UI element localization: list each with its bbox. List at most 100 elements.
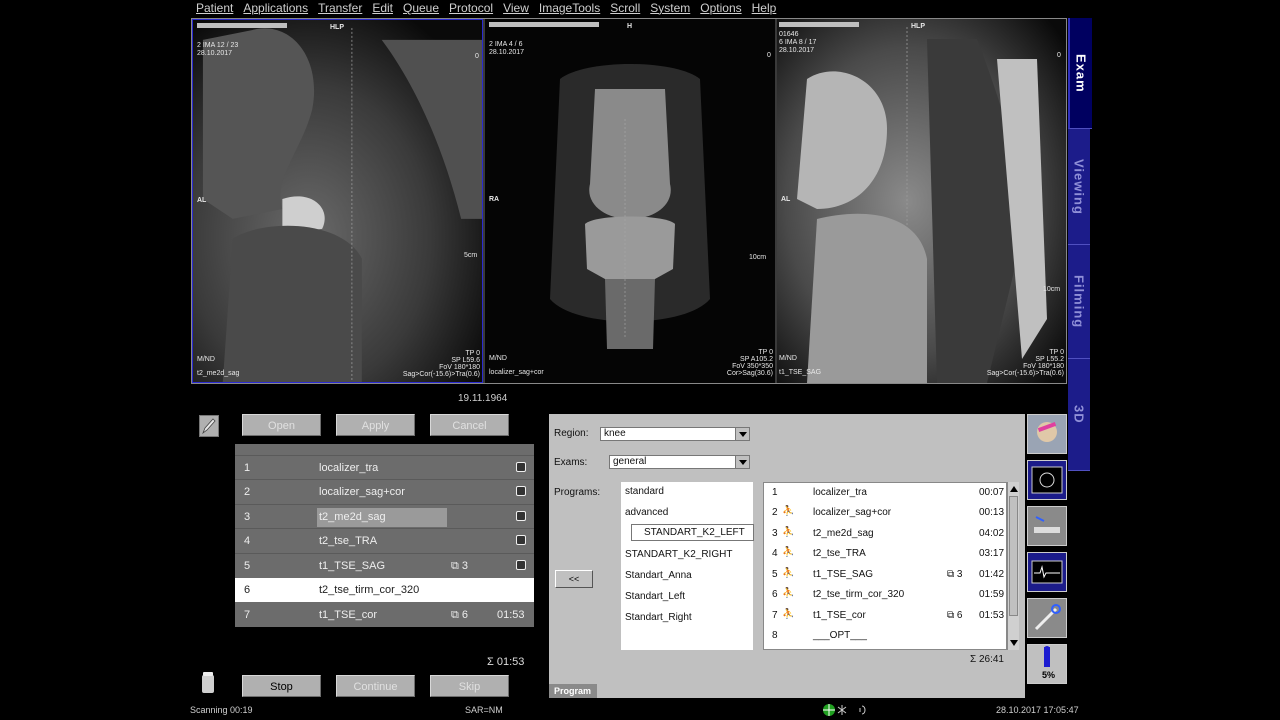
chevron-down-icon bbox=[735, 456, 749, 468]
mri-image-sagittal-1 bbox=[193, 20, 482, 382]
region-label: Region: bbox=[554, 428, 589, 439]
patient-view-tool[interactable] bbox=[1027, 460, 1067, 500]
continue-button[interactable]: Continue bbox=[336, 675, 415, 697]
waveform-tool[interactable] bbox=[1027, 552, 1067, 592]
cancel-button[interactable]: Cancel bbox=[430, 414, 509, 436]
orientation-side-label: RA bbox=[489, 196, 500, 203]
queue-row[interactable]: 5 t1_TSE_SAG ⧉ 3 bbox=[235, 553, 534, 578]
tab-filming[interactable]: Filming bbox=[1068, 245, 1090, 359]
menu-queue[interactable]: Queue bbox=[397, 0, 443, 17]
coil-tool[interactable] bbox=[1027, 598, 1067, 638]
viewport-tab-indicator bbox=[197, 23, 287, 28]
queue-row[interactable]: 7 t1_TSE_cor ⧉ 6 01:53 bbox=[235, 603, 534, 627]
back-button[interactable]: << bbox=[555, 570, 593, 588]
wrench-icon bbox=[1034, 604, 1061, 631]
scroll-down-icon bbox=[1010, 640, 1018, 646]
stop-button[interactable]: Stop bbox=[242, 675, 321, 697]
pencil-icon bbox=[202, 418, 216, 435]
queue-row[interactable]: 3 t2_me2d_sag bbox=[235, 504, 534, 529]
window-value-label: 0 bbox=[475, 53, 479, 60]
image-info-label: 2 IMA 4 / 6 28.10.2017 bbox=[489, 41, 525, 56]
apply-button[interactable]: Apply bbox=[336, 414, 415, 436]
image-count: ⧉ 6 bbox=[451, 609, 469, 621]
status-bar: Scanning 00:19 SAR=NM 28.10.2017 17:05:4… bbox=[190, 702, 1090, 720]
vertical-tabs: Exam Viewing Filming 3D bbox=[1068, 18, 1092, 471]
queue-total-time: Σ 01:53 bbox=[487, 656, 525, 668]
sequence-row[interactable]: 1 localizer_tra 00:07 bbox=[764, 483, 1008, 503]
skip-button[interactable]: Skip bbox=[430, 675, 509, 697]
scale-label: 5cm bbox=[464, 252, 478, 259]
exams-select[interactable]: general bbox=[609, 455, 750, 469]
sequence-row[interactable]: 8 ___OPT___ bbox=[764, 626, 1008, 646]
open-button[interactable]: Open bbox=[242, 414, 321, 436]
tab-program[interactable]: Program bbox=[549, 684, 597, 698]
tab-viewing[interactable]: Viewing bbox=[1068, 129, 1090, 245]
window-value-label: 0 bbox=[767, 52, 771, 59]
done-icon bbox=[516, 462, 526, 472]
menu-transfer[interactable]: Transfer bbox=[312, 0, 366, 17]
menu-system[interactable]: System bbox=[644, 0, 694, 17]
menu-view[interactable]: View bbox=[497, 0, 533, 17]
program-item[interactable]: standard bbox=[625, 486, 664, 497]
menu-scroll[interactable]: Scroll bbox=[604, 0, 644, 17]
done-icon bbox=[516, 486, 526, 496]
sequence-row[interactable]: 5 ⛹ t1_TSE_SAG ⧉ 3 01:42 bbox=[764, 565, 1008, 585]
head-coil-tool[interactable] bbox=[1027, 414, 1067, 454]
datetime-status: 28.10.2017 17:05:47 bbox=[996, 705, 1079, 715]
image-count: ⧉ 6 bbox=[947, 610, 963, 621]
menu-edit[interactable]: Edit bbox=[366, 0, 397, 17]
sequence-scrollbar[interactable] bbox=[1007, 482, 1019, 650]
program-item[interactable]: Standart_Anna bbox=[625, 570, 692, 581]
tab-3d[interactable]: 3D bbox=[1068, 359, 1090, 471]
menu-patient[interactable]: Patient bbox=[190, 0, 237, 17]
trash-icon[interactable] bbox=[200, 670, 216, 694]
program-item[interactable]: advanced bbox=[625, 507, 668, 518]
viewport-bottom-left-1: M/ND bbox=[489, 355, 507, 362]
sequence-name-label: localizer_sag+cor bbox=[489, 369, 544, 376]
edit-pencil-button[interactable] bbox=[199, 415, 219, 437]
sar-status: SAR=NM bbox=[465, 705, 503, 715]
program-item[interactable]: Standart_Left bbox=[625, 591, 685, 602]
network-icon bbox=[822, 703, 872, 719]
menu-help[interactable]: Help bbox=[746, 0, 781, 17]
queue-row-active[interactable]: 6 t2_tse_tirm_cor_320 bbox=[235, 578, 534, 602]
viewport-1[interactable]: HLP 2 IMA 12 / 23 28.10.2017 0 AL 5cm M/… bbox=[192, 19, 483, 383]
viewport-orientation-label: Sag>Cor(-15.6)>Tra(0.6) bbox=[402, 371, 480, 378]
region-select[interactable]: knee bbox=[600, 427, 750, 441]
queue-row[interactable]: 2 localizer_sag+cor bbox=[235, 479, 534, 504]
sequence-row[interactable]: 4 ⛹ t2_tse_TRA 03:17 bbox=[764, 544, 1008, 564]
image-count: ⧉ 3 bbox=[947, 569, 963, 580]
menu-imagetools[interactable]: ImageTools bbox=[533, 0, 604, 17]
program-item-selected[interactable]: STANDART_K2_LEFT bbox=[631, 524, 754, 541]
viewport-3[interactable]: HLP 01646 6 IMA 8 / 17 28.10.2017 0 AL 1… bbox=[777, 19, 1066, 383]
sequence-row[interactable]: 6 ⛹ t2_tse_tirm_cor_320 01:59 bbox=[764, 585, 1008, 605]
sar-tool[interactable]: 5% bbox=[1027, 644, 1067, 684]
sequence-row[interactable]: 7 ⛹ t1_TSE_cor ⧉ 6 01:53 bbox=[764, 606, 1008, 626]
orientation-top-label: H bbox=[627, 23, 633, 30]
patient-icon: ⛹ bbox=[782, 527, 795, 538]
queue-row[interactable]: 1 localizer_tra bbox=[235, 455, 534, 480]
menu-applications[interactable]: Applications bbox=[237, 0, 312, 17]
image-viewer: HLP 2 IMA 12 / 23 28.10.2017 0 AL 5cm M/… bbox=[191, 18, 1067, 384]
sequence-name-label: t2_me2d_sag bbox=[197, 370, 240, 377]
program-total-time: Σ 26:41 bbox=[970, 654, 1004, 665]
scanning-status: Scanning 00:19 bbox=[190, 705, 253, 715]
head-outline-icon bbox=[1031, 466, 1063, 494]
patient-birthdate-label: 19.11.1964 bbox=[458, 393, 508, 404]
program-item[interactable]: Standart_Right bbox=[625, 612, 692, 623]
orientation-top-label: HLP bbox=[330, 24, 344, 31]
sequence-row[interactable]: 3 ⛹ t2_me2d_sag 04:02 bbox=[764, 524, 1008, 544]
sar-percent: 5% bbox=[1042, 670, 1056, 680]
tab-exam[interactable]: Exam bbox=[1068, 18, 1092, 129]
programs-list: standard advanced STANDART_K2_LEFT STAND… bbox=[621, 482, 754, 650]
done-icon bbox=[516, 511, 526, 521]
table-position-tool[interactable] bbox=[1027, 506, 1067, 546]
program-item[interactable]: STANDART_K2_RIGHT bbox=[625, 549, 732, 560]
menu-protocol[interactable]: Protocol bbox=[443, 0, 497, 17]
mri-image-coronal bbox=[485, 19, 775, 383]
sequence-row[interactable]: 2 ⛹ localizer_sag+cor 00:13 bbox=[764, 503, 1008, 523]
orientation-side-label: AL bbox=[197, 197, 207, 204]
queue-row[interactable]: 4 t2_tse_TRA bbox=[235, 528, 534, 553]
menu-options[interactable]: Options bbox=[694, 0, 745, 17]
viewport-2[interactable]: H 2 IMA 4 / 6 28.10.2017 0 RA 10cm M/ND … bbox=[485, 19, 775, 383]
